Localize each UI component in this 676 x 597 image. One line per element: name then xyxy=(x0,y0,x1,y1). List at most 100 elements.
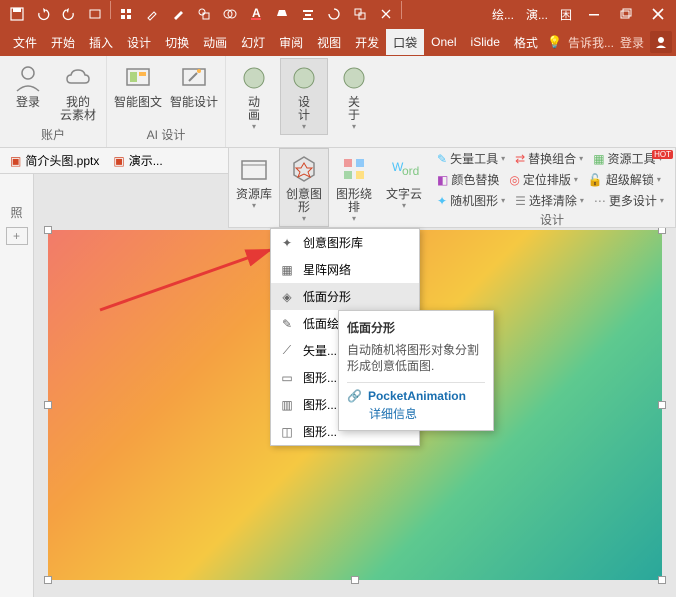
align-icon[interactable] xyxy=(295,1,321,27)
swap-icon: ⇄ xyxy=(515,152,525,166)
tab-onekey[interactable]: Onel xyxy=(424,29,463,55)
circle-icon xyxy=(238,62,270,94)
resize-handle[interactable] xyxy=(658,576,666,584)
ribbon-group-main: 动 画▾ 设 计▾ 关 于▾ xyxy=(226,56,382,147)
tab-animations[interactable]: 动画 xyxy=(196,29,234,55)
random-icon: ✦ xyxy=(437,194,447,208)
close-icon[interactable] xyxy=(644,1,672,27)
folder-icon xyxy=(237,152,271,186)
resize-handle[interactable] xyxy=(658,401,666,409)
tab-developer[interactable]: 开发 xyxy=(348,29,386,55)
replace-group-button[interactable]: ⇄替换组合▾ xyxy=(511,150,587,167)
tab-insert[interactable]: 插入 xyxy=(82,29,120,55)
ribbon-tabs: 文件 开始 插入 设计 切换 动画 幻灯 审阅 视图 开发 口袋 Onel iS… xyxy=(0,28,676,56)
ppt-icon: ▣ xyxy=(10,154,21,168)
tell-me[interactable]: 告诉我... xyxy=(568,34,614,51)
title-bar: A 绘... 演... 困 xyxy=(0,0,676,28)
grid-icon: ▦ xyxy=(593,152,604,166)
brush-icon[interactable] xyxy=(165,1,191,27)
creative-shape-button[interactable]: 创意图形▾ xyxy=(279,148,329,227)
dd-low-poly-split[interactable]: ◈低面分形 xyxy=(271,283,419,310)
word-cloud-button[interactable]: WordHOT 文字云▾ xyxy=(379,148,429,227)
target-icon: ◎ xyxy=(509,173,519,187)
tab-transitions[interactable]: 切换 xyxy=(158,29,196,55)
cloud-assets-button[interactable]: 我的 云素材 xyxy=(54,58,102,126)
tab-format[interactable]: 格式 xyxy=(507,29,545,55)
person-icon xyxy=(12,62,44,94)
resize-handle[interactable] xyxy=(351,576,359,584)
tab-slideshow[interactable]: 幻灯 xyxy=(234,29,272,55)
dd-star-matrix[interactable]: ▦星阵网络 xyxy=(271,256,419,283)
tooltip-more[interactable]: 详细信息 xyxy=(369,405,485,422)
smart-design-button[interactable]: 智能设计 xyxy=(167,58,221,113)
more-design-button[interactable]: ⋯更多设计▾ xyxy=(590,192,668,209)
position-layout-button[interactable]: ◎定位排版▾ xyxy=(505,171,582,188)
ribbon-group-ai: 智能图文 智能设计 AI 设计 xyxy=(107,56,226,147)
filter-icon: ☰ xyxy=(515,194,526,208)
about-button[interactable]: 关 于▾ xyxy=(330,58,378,135)
thumbnail-pane: 照 + xyxy=(0,174,34,597)
tab-design[interactable]: 设计 xyxy=(120,29,158,55)
tab-view[interactable]: 视图 xyxy=(310,29,348,55)
resize-handle[interactable] xyxy=(44,226,52,234)
undo-icon[interactable] xyxy=(30,1,56,27)
vector-tools-button[interactable]: ✎矢量工具▾ xyxy=(433,150,509,167)
doc-tab[interactable]: ▣ 简介头图.pptx xyxy=(6,152,103,169)
random-shape-button[interactable]: ✦随机图形▾ xyxy=(433,192,509,209)
font-color-icon[interactable]: A xyxy=(243,1,269,27)
save-icon[interactable] xyxy=(4,1,30,27)
shape-icon: ▥ xyxy=(279,397,295,413)
tooltip-title: 低面分形 xyxy=(347,319,485,336)
group-icon[interactable] xyxy=(347,1,373,27)
new-slide-icon[interactable] xyxy=(82,1,108,27)
add-slide-icon[interactable]: + xyxy=(6,227,28,245)
thumb-label: 照 xyxy=(10,204,22,221)
redo-icon[interactable] xyxy=(56,1,82,27)
merge-icon[interactable] xyxy=(217,1,243,27)
tab-pocket[interactable]: 口袋 xyxy=(386,29,424,55)
dd-shape-library[interactable]: ✦创意图形库 xyxy=(271,229,419,256)
doc-tab[interactable]: ▣ 演示... xyxy=(109,152,166,169)
window-label: 绘... xyxy=(488,6,518,23)
resize-handle[interactable] xyxy=(44,401,52,409)
resize-handle[interactable] xyxy=(44,576,52,584)
color-replace-button[interactable]: ◧颜色替换 xyxy=(433,171,503,188)
login-link[interactable]: 登录 xyxy=(620,34,644,51)
eyedropper-icon[interactable] xyxy=(139,1,165,27)
tab-home[interactable]: 开始 xyxy=(44,29,82,55)
more-icon: ⋯ xyxy=(594,194,606,208)
grid-icon[interactable] xyxy=(113,1,139,27)
word-cloud-icon: WordHOT xyxy=(387,152,421,186)
design-button[interactable]: 设 计▾ xyxy=(280,58,328,135)
super-unlock-button[interactable]: 🔓超级解锁▾ xyxy=(584,171,665,188)
draw-icon: ✎ xyxy=(279,316,295,332)
shapes-icon[interactable] xyxy=(191,1,217,27)
unlock-icon: 🔓 xyxy=(588,173,603,187)
ribbon: 登录 我的 云素材 账户 智能图文 智能设计 AI 设计 动 画▾ xyxy=(0,56,676,148)
magic-wand-icon xyxy=(178,62,210,94)
animation-button[interactable]: 动 画▾ xyxy=(230,58,278,135)
user-icon[interactable] xyxy=(650,31,672,53)
crop-icon[interactable] xyxy=(373,1,399,27)
tab-file[interactable]: 文件 xyxy=(6,29,44,55)
login-button[interactable]: 登录 xyxy=(4,58,52,113)
svg-text:ord: ord xyxy=(402,164,419,178)
group-label: 设计 xyxy=(429,211,675,230)
rotate-icon[interactable] xyxy=(321,1,347,27)
restore-icon[interactable] xyxy=(612,1,640,27)
smart-graphic-button[interactable]: 智能图文 xyxy=(111,58,165,113)
tooltip-link[interactable]: 🔗 PocketAnimation xyxy=(347,382,485,403)
minimize-icon[interactable] xyxy=(580,1,608,27)
link-icon: 🔗 xyxy=(347,389,362,403)
resource-lib-button[interactable]: 资源库▾ xyxy=(229,148,279,227)
select-clear-button[interactable]: ☰选择清除▾ xyxy=(511,192,588,209)
fill-icon[interactable] xyxy=(269,1,295,27)
tab-review[interactable]: 审阅 xyxy=(272,29,310,55)
tab-islide[interactable]: iSlide xyxy=(464,29,507,55)
matrix-icon: ▦ xyxy=(279,262,295,278)
wrap-shape-button[interactable]: 图形绕排▾ xyxy=(329,148,379,227)
window-label: 演... xyxy=(522,6,552,23)
cloud-icon xyxy=(62,62,94,94)
vector-icon: ⟋ xyxy=(279,343,295,359)
window-label: 困 xyxy=(556,6,576,23)
